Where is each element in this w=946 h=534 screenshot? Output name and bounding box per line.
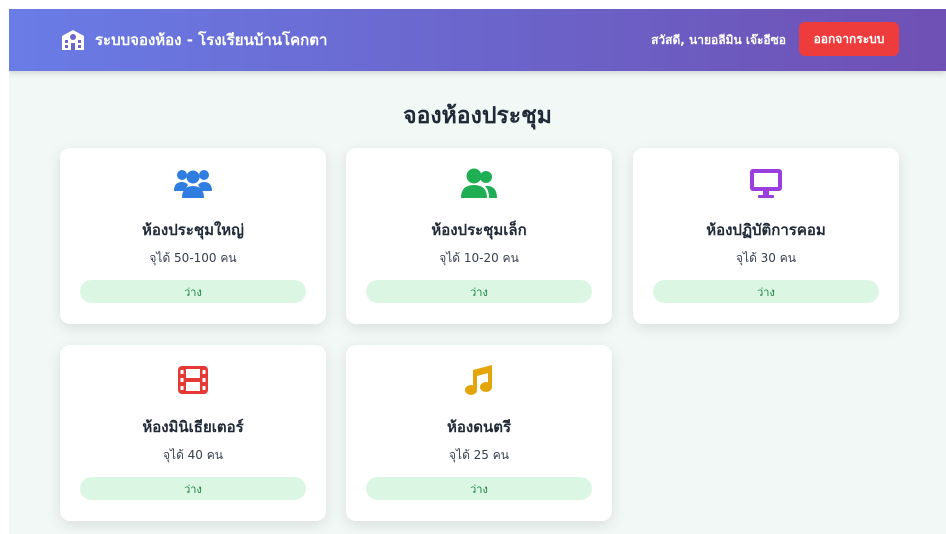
room-capacity: จุได้ 50-100 คน — [149, 251, 237, 265]
room-capacity: จุได้ 25 คน — [449, 448, 509, 462]
user-greeting: สวัสดี, นายอลีมิน เจ๊ะอีซอ — [651, 33, 786, 47]
room-card-music[interactable]: ห้องดนตรี จุได้ 25 คน ว่าง — [346, 345, 612, 521]
brand[interactable]: ระบบจองห้อง - โรงเรียนบ้านโคกตา — [60, 28, 327, 52]
room-name: ห้องมินิเธียเตอร์ — [142, 418, 244, 436]
status-badge: ว่าง — [653, 280, 879, 303]
status-badge: ว่าง — [366, 280, 592, 303]
status-badge: ว่าง — [80, 477, 306, 500]
users-icon — [346, 166, 612, 200]
room-name: ห้องประชุมใหญ่ — [142, 221, 244, 239]
school-icon — [60, 29, 86, 51]
room-name: ห้องดนตรี — [446, 418, 511, 436]
room-card-small-meeting[interactable]: ห้องประชุมเล็ก จุได้ 10-20 คน ว่าง — [346, 148, 612, 324]
room-card-large-meeting[interactable]: ห้องประชุมใหญ่ จุได้ 50-100 คน ว่าง — [60, 148, 326, 324]
room-card-mini-theater[interactable]: ห้องมินิเธียเตอร์ จุได้ 40 คน ว่าง — [60, 345, 326, 521]
status-badge: ว่าง — [366, 477, 592, 500]
room-capacity: จุได้ 40 คน — [163, 448, 223, 462]
status-badge: ว่าง — [80, 280, 306, 303]
top-navbar: ระบบจองห้อง - โรงเรียนบ้านโคกตา สวัสดี, … — [9, 9, 946, 71]
room-name: ห้องปฏิบัติการคอม — [706, 221, 826, 239]
room-name: ห้องประชุมเล็ก — [431, 221, 527, 239]
room-capacity: จุได้ 30 คน — [736, 251, 796, 265]
music-icon — [346, 363, 612, 397]
room-card-computer-lab[interactable]: ห้องปฏิบัติการคอม จุได้ 30 คน ว่าง — [633, 148, 899, 324]
app-frame: ระบบจองห้อง - โรงเรียนบ้านโคกตา สวัสดี, … — [9, 9, 946, 534]
room-capacity: จุได้ 10-20 คน — [439, 251, 519, 265]
film-icon — [60, 363, 326, 397]
logout-button[interactable]: ออกจากระบบ — [799, 22, 899, 56]
app-title: ระบบจองห้อง - โรงเรียนบ้านโคกตา — [95, 31, 328, 49]
users-group-icon — [60, 166, 326, 200]
desktop-icon — [633, 166, 899, 200]
page-title: จองห้องประชุม — [403, 103, 552, 129]
